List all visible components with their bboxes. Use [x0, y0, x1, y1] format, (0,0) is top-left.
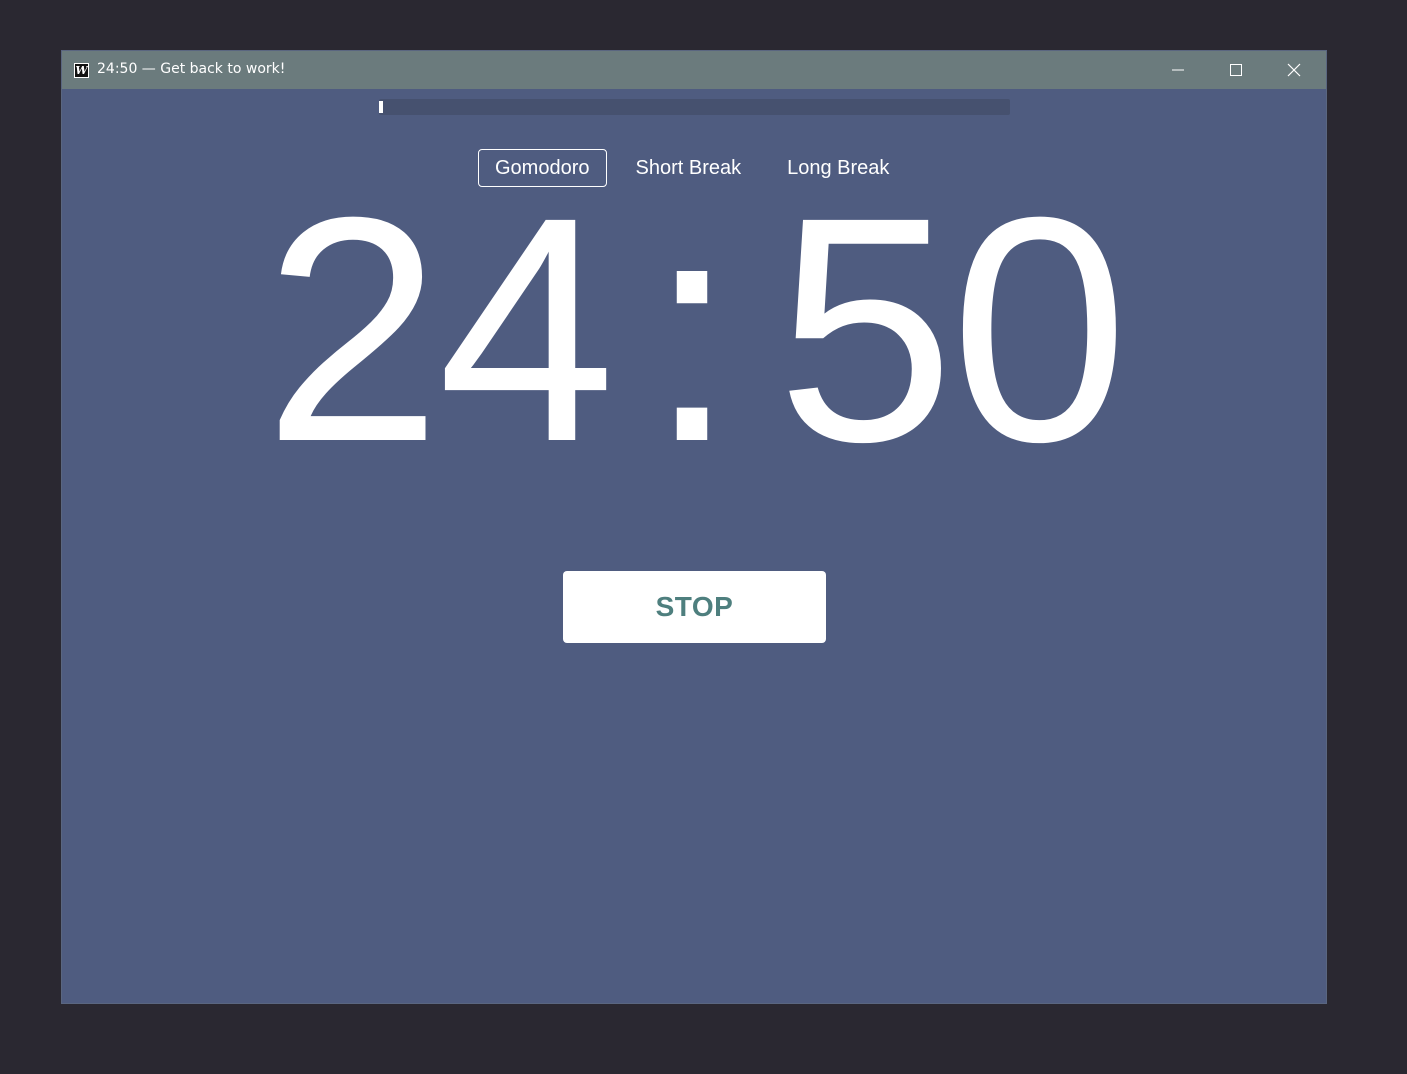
- timer-minutes: 24: [263, 150, 616, 508]
- close-button[interactable]: [1265, 51, 1323, 89]
- session-progress-fill: [379, 101, 384, 113]
- maximize-icon: [1230, 64, 1242, 76]
- close-icon: [1287, 63, 1301, 77]
- app-window: W 24:50 — Get back to work! Gomodoro Sho…: [62, 51, 1326, 1003]
- maximize-button[interactable]: [1207, 51, 1265, 89]
- window-title: 24:50 — Get back to work!: [97, 61, 286, 77]
- countdown-display: 24:50: [62, 150, 1326, 508]
- app-logo-letter: W: [75, 64, 88, 77]
- minimize-icon: [1172, 69, 1184, 71]
- session-progress-bar: [379, 99, 1010, 115]
- timer-separator: :: [647, 150, 737, 508]
- minimize-button[interactable]: [1149, 51, 1207, 89]
- app-logo-icon: W: [74, 63, 89, 78]
- stop-button[interactable]: STOP: [563, 571, 826, 643]
- timer-seconds: 50: [776, 150, 1128, 508]
- title-bar[interactable]: W 24:50 — Get back to work!: [62, 51, 1326, 89]
